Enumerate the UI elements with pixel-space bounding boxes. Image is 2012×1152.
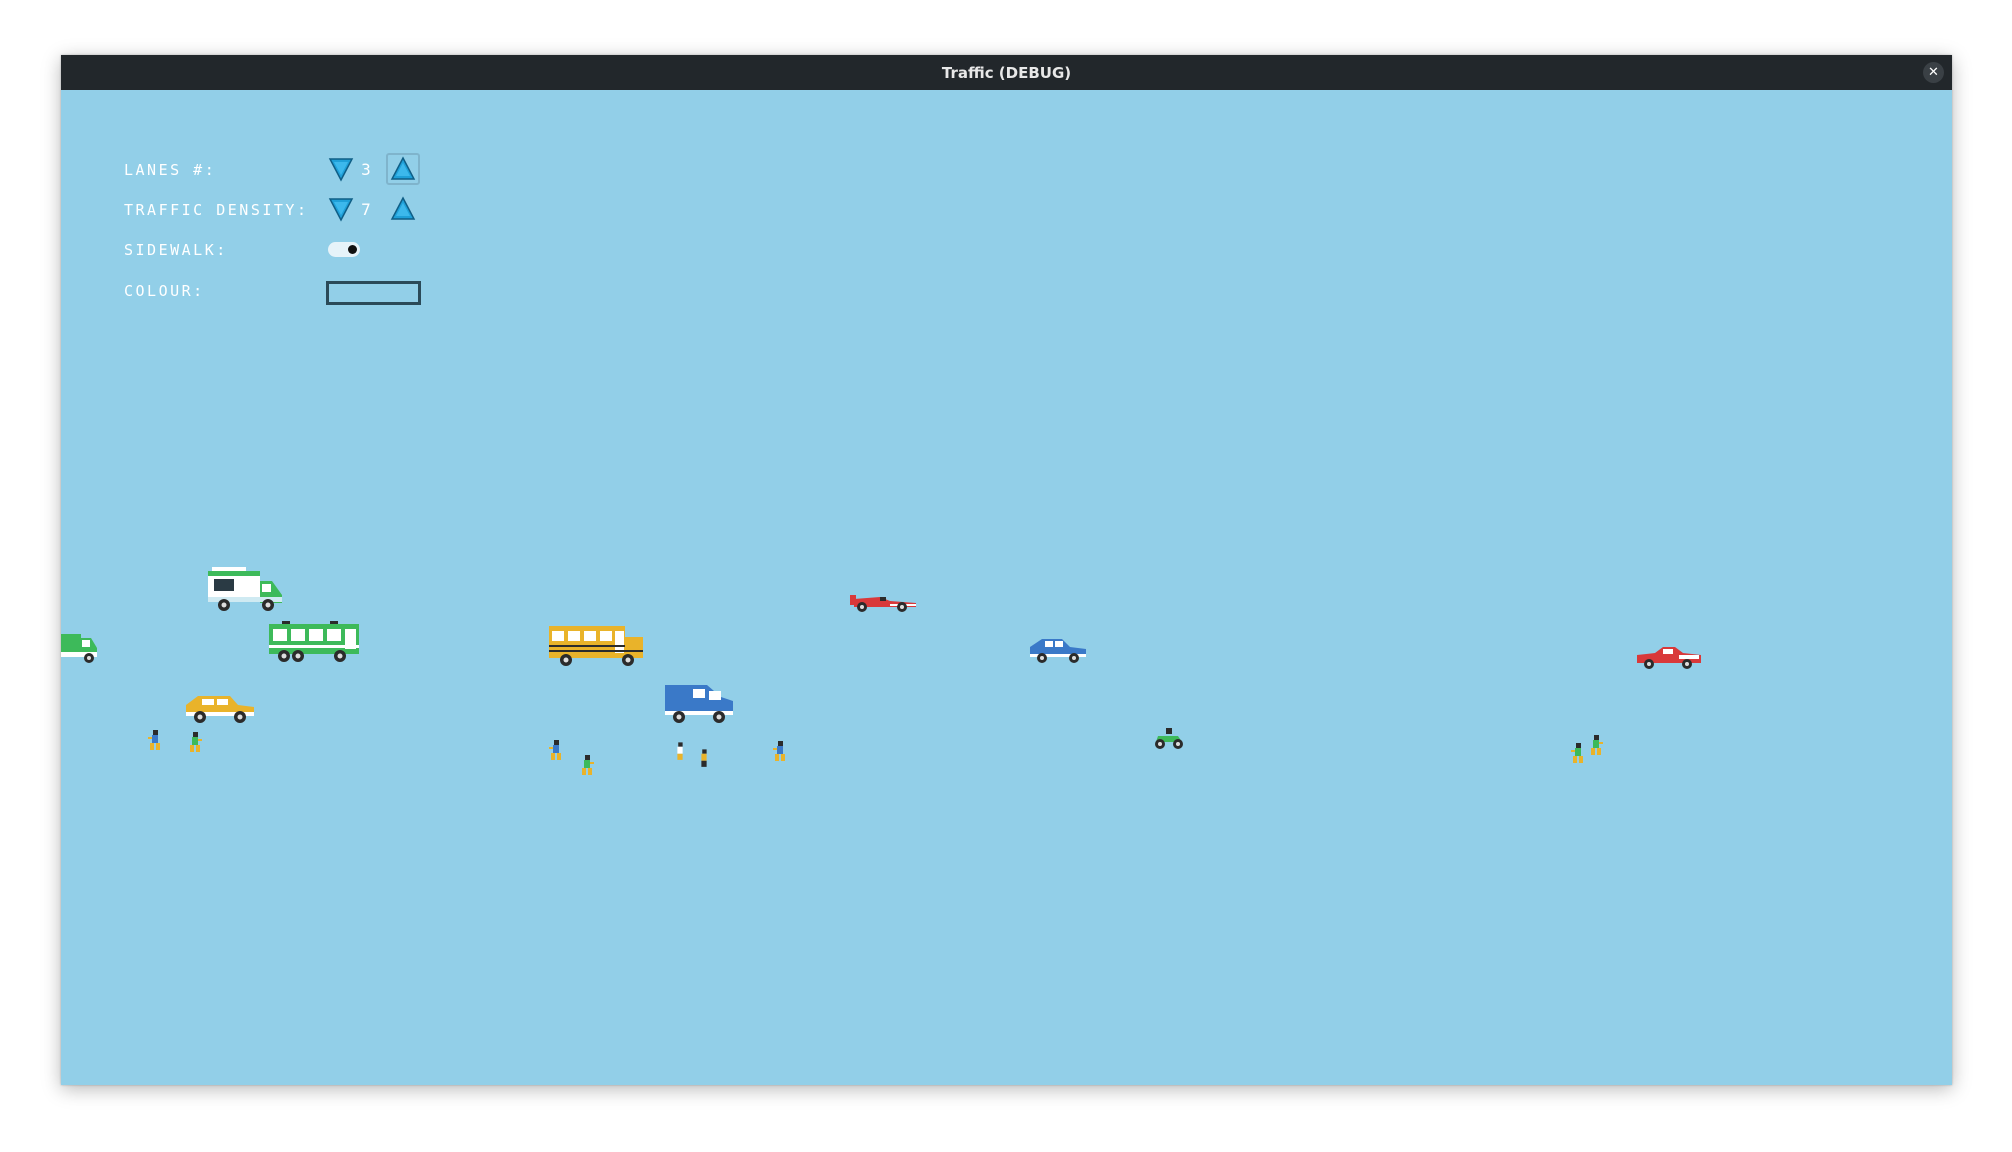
- red-sports-car: [1635, 645, 1703, 671]
- close-icon[interactable]: ✕: [1923, 62, 1944, 83]
- triangle-up-icon: [390, 156, 416, 180]
- lanes-increase-button[interactable]: [390, 156, 416, 182]
- triangle-up-icon: [390, 196, 416, 220]
- lanes-value: 3: [361, 160, 371, 179]
- title-bar[interactable]: Traffic (DEBUG) ✕: [61, 55, 1952, 90]
- colour-label: Colour:: [124, 282, 205, 300]
- green-van: [61, 630, 99, 664]
- density-increase-button[interactable]: [390, 196, 416, 222]
- pedestrian: [187, 732, 203, 754]
- pedestrian: [147, 730, 163, 752]
- app-window: Traffic (DEBUG) ✕ Lanes #: 3 Traffic den…: [61, 55, 1952, 1085]
- camper-van: [206, 565, 284, 613]
- density-label: Traffic density:: [124, 201, 309, 219]
- blue-car: [1028, 637, 1088, 665]
- green-motorbike: [1152, 728, 1186, 750]
- pedestrian: [548, 740, 564, 762]
- triangle-down-icon: [328, 158, 354, 182]
- pedestrian: [579, 755, 595, 777]
- window-title: Traffic (DEBUG): [941, 63, 1072, 82]
- school-bus: [548, 623, 644, 667]
- sidewalk-toggle[interactable]: [328, 242, 360, 257]
- orange-suv: [184, 692, 256, 724]
- colour-picker[interactable]: [326, 281, 421, 305]
- pedestrian: [1570, 743, 1586, 765]
- density-value: 7: [361, 200, 371, 219]
- pedestrian: [697, 748, 711, 770]
- lanes-label: Lanes #:: [124, 161, 217, 179]
- triangle-down-icon: [328, 198, 354, 222]
- pedestrian: [772, 741, 788, 763]
- lanes-decrease-button[interactable]: [328, 156, 354, 182]
- blue-van: [663, 683, 735, 725]
- toggle-knob: [348, 245, 357, 254]
- sidewalk-label: Sidewalk:: [124, 241, 228, 259]
- green-bus: [268, 621, 360, 663]
- race-car: [850, 591, 918, 613]
- density-decrease-button[interactable]: [328, 196, 354, 222]
- pedestrian: [1588, 735, 1604, 757]
- pedestrian: [673, 741, 687, 763]
